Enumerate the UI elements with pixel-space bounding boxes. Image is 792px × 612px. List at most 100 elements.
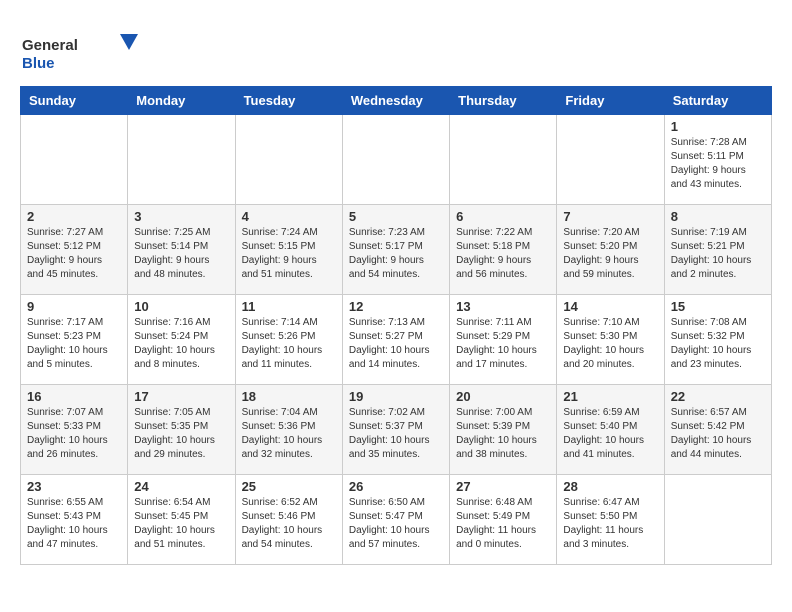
calendar-cell bbox=[128, 115, 235, 205]
calendar-cell: 24 Sunrise: 6:54 AM Sunset: 5:45 PM Dayli… bbox=[128, 475, 235, 565]
calendar-cell: 3 Sunrise: 7:25 AM Sunset: 5:14 PM Daylig… bbox=[128, 205, 235, 295]
calendar-cell: 23 Sunrise: 6:55 AM Sunset: 5:43 PM Dayli… bbox=[21, 475, 128, 565]
day-number: 18 bbox=[242, 389, 336, 404]
week-row-5: 23 Sunrise: 6:55 AM Sunset: 5:43 PM Dayli… bbox=[21, 475, 772, 565]
calendar-cell bbox=[557, 115, 664, 205]
day-info: Sunrise: 7:19 AM Sunset: 5:21 PM Dayligh… bbox=[671, 226, 765, 282]
calendar-cell: 13 Sunrise: 7:11 AM Sunset: 5:29 PM Dayli… bbox=[450, 295, 557, 385]
day-number: 27 bbox=[456, 479, 550, 494]
calendar-cell: 6 Sunrise: 7:22 AM Sunset: 5:18 PM Daylig… bbox=[450, 205, 557, 295]
calendar-cell: 4 Sunrise: 7:24 AM Sunset: 5:15 PM Daylig… bbox=[235, 205, 342, 295]
day-info: Sunrise: 7:14 AM Sunset: 5:26 PM Dayligh… bbox=[242, 316, 336, 372]
calendar-cell: 26Sunrise: 6:50 AM Sunset: 5:47 PM Dayli… bbox=[342, 475, 449, 565]
day-info: Sunrise: 7:02 AM Sunset: 5:37 PM Dayligh… bbox=[349, 406, 443, 462]
day-info: Sunrise: 7:08 AM Sunset: 5:32 PM Dayligh… bbox=[671, 316, 765, 372]
day-header-wednesday: Wednesday bbox=[342, 87, 449, 115]
day-number: 9 bbox=[27, 299, 121, 314]
logo-svg: General Blue bbox=[20, 30, 140, 76]
calendar-cell: 12 Sunrise: 7:13 AM Sunset: 5:27 PM Dayli… bbox=[342, 295, 449, 385]
day-number: 1 bbox=[671, 119, 765, 134]
day-number: 13 bbox=[456, 299, 550, 314]
calendar-cell: 10 Sunrise: 7:16 AM Sunset: 5:24 PM Dayli… bbox=[128, 295, 235, 385]
calendar-cell: 9 Sunrise: 7:17 AM Sunset: 5:23 PM Daylig… bbox=[21, 295, 128, 385]
day-info: Sunrise: 6:48 AM Sunset: 5:49 PM Dayligh… bbox=[456, 496, 550, 552]
day-info: Sunrise: 7:07 AM Sunset: 5:33 PM Dayligh… bbox=[27, 406, 121, 462]
calendar-cell: 27 Sunrise: 6:48 AM Sunset: 5:49 PM Dayli… bbox=[450, 475, 557, 565]
day-info: Sunrise: 6:50 AM Sunset: 5:47 PM Dayligh… bbox=[349, 496, 443, 552]
calendar-cell: 28 Sunrise: 6:47 AM Sunset: 5:50 PM Dayli… bbox=[557, 475, 664, 565]
day-number: 2 bbox=[27, 209, 121, 224]
svg-text:General: General bbox=[22, 37, 78, 54]
week-row-1: 1 Sunrise: 7:28 AM Sunset: 5:11 PM Daylig… bbox=[21, 115, 772, 205]
day-number: 24 bbox=[134, 479, 228, 494]
calendar-cell: 11 Sunrise: 7:14 AM Sunset: 5:26 PM Dayli… bbox=[235, 295, 342, 385]
calendar-cell: 15 Sunrise: 7:08 AM Sunset: 5:32 PM Dayli… bbox=[664, 295, 771, 385]
day-header-friday: Friday bbox=[557, 87, 664, 115]
day-number: 12 bbox=[349, 299, 443, 314]
day-number: 7 bbox=[563, 209, 657, 224]
day-number: 17 bbox=[134, 389, 228, 404]
day-number: 4 bbox=[242, 209, 336, 224]
calendar-cell: 16 Sunrise: 7:07 AM Sunset: 5:33 PM Dayli… bbox=[21, 385, 128, 475]
day-number: 10 bbox=[134, 299, 228, 314]
calendar-cell bbox=[450, 115, 557, 205]
day-number: 23 bbox=[27, 479, 121, 494]
day-number: 11 bbox=[242, 299, 336, 314]
svg-text:Blue: Blue bbox=[22, 55, 55, 72]
day-header-monday: Monday bbox=[128, 87, 235, 115]
day-info: Sunrise: 6:47 AM Sunset: 5:50 PM Dayligh… bbox=[563, 496, 657, 552]
day-number: 28 bbox=[563, 479, 657, 494]
day-number: 5 bbox=[349, 209, 443, 224]
day-info: Sunrise: 6:57 AM Sunset: 5:42 PM Dayligh… bbox=[671, 406, 765, 462]
calendar-cell: 17 Sunrise: 7:05 AM Sunset: 5:35 PM Dayli… bbox=[128, 385, 235, 475]
calendar-cell: 20Sunrise: 7:00 AM Sunset: 5:39 PM Dayli… bbox=[450, 385, 557, 475]
day-info: Sunrise: 7:20 AM Sunset: 5:20 PM Dayligh… bbox=[563, 226, 657, 282]
calendar-cell: 25Sunrise: 6:52 AM Sunset: 5:46 PM Dayli… bbox=[235, 475, 342, 565]
week-row-2: 2 Sunrise: 7:27 AM Sunset: 5:12 PM Daylig… bbox=[21, 205, 772, 295]
day-info: Sunrise: 7:10 AM Sunset: 5:30 PM Dayligh… bbox=[563, 316, 657, 372]
day-number: 19 bbox=[349, 389, 443, 404]
day-number: 15 bbox=[671, 299, 765, 314]
calendar-cell: 18 Sunrise: 7:04 AM Sunset: 5:36 PM Dayli… bbox=[235, 385, 342, 475]
calendar-cell: 19 Sunrise: 7:02 AM Sunset: 5:37 PM Dayli… bbox=[342, 385, 449, 475]
day-header-sunday: Sunday bbox=[21, 87, 128, 115]
day-number: 6 bbox=[456, 209, 550, 224]
day-info: Sunrise: 7:16 AM Sunset: 5:24 PM Dayligh… bbox=[134, 316, 228, 372]
calendar-cell bbox=[235, 115, 342, 205]
day-info: Sunrise: 7:17 AM Sunset: 5:23 PM Dayligh… bbox=[27, 316, 121, 372]
calendar-cell: 5 Sunrise: 7:23 AM Sunset: 5:17 PM Daylig… bbox=[342, 205, 449, 295]
day-number: 3 bbox=[134, 209, 228, 224]
day-info: Sunrise: 7:24 AM Sunset: 5:15 PM Dayligh… bbox=[242, 226, 336, 282]
day-info: Sunrise: 7:25 AM Sunset: 5:14 PM Dayligh… bbox=[134, 226, 228, 282]
day-info: Sunrise: 6:55 AM Sunset: 5:43 PM Dayligh… bbox=[27, 496, 121, 552]
calendar-cell: 2 Sunrise: 7:27 AM Sunset: 5:12 PM Daylig… bbox=[21, 205, 128, 295]
week-row-4: 16 Sunrise: 7:07 AM Sunset: 5:33 PM Dayli… bbox=[21, 385, 772, 475]
day-info: Sunrise: 7:04 AM Sunset: 5:36 PM Dayligh… bbox=[242, 406, 336, 462]
calendar-cell: 14Sunrise: 7:10 AM Sunset: 5:30 PM Dayli… bbox=[557, 295, 664, 385]
days-header-row: SundayMondayTuesdayWednesdayThursdayFrid… bbox=[21, 87, 772, 115]
day-header-tuesday: Tuesday bbox=[235, 87, 342, 115]
calendar-cell: 1 Sunrise: 7:28 AM Sunset: 5:11 PM Daylig… bbox=[664, 115, 771, 205]
day-info: Sunrise: 7:13 AM Sunset: 5:27 PM Dayligh… bbox=[349, 316, 443, 372]
day-info: Sunrise: 7:23 AM Sunset: 5:17 PM Dayligh… bbox=[349, 226, 443, 282]
calendar-table: SundayMondayTuesdayWednesdayThursdayFrid… bbox=[20, 86, 772, 565]
day-info: Sunrise: 7:27 AM Sunset: 5:12 PM Dayligh… bbox=[27, 226, 121, 282]
day-info: Sunrise: 7:28 AM Sunset: 5:11 PM Dayligh… bbox=[671, 136, 765, 192]
calendar-cell bbox=[664, 475, 771, 565]
day-info: Sunrise: 7:11 AM Sunset: 5:29 PM Dayligh… bbox=[456, 316, 550, 372]
calendar-cell bbox=[342, 115, 449, 205]
day-info: Sunrise: 7:22 AM Sunset: 5:18 PM Dayligh… bbox=[456, 226, 550, 282]
day-number: 20 bbox=[456, 389, 550, 404]
day-number: 8 bbox=[671, 209, 765, 224]
calendar-cell: 22Sunrise: 6:57 AM Sunset: 5:42 PM Dayli… bbox=[664, 385, 771, 475]
day-header-saturday: Saturday bbox=[664, 87, 771, 115]
calendar-cell: 8 Sunrise: 7:19 AM Sunset: 5:21 PM Daylig… bbox=[664, 205, 771, 295]
week-row-3: 9 Sunrise: 7:17 AM Sunset: 5:23 PM Daylig… bbox=[21, 295, 772, 385]
page-header: General Blue bbox=[20, 20, 772, 76]
day-number: 16 bbox=[27, 389, 121, 404]
day-info: Sunrise: 6:54 AM Sunset: 5:45 PM Dayligh… bbox=[134, 496, 228, 552]
day-info: Sunrise: 7:05 AM Sunset: 5:35 PM Dayligh… bbox=[134, 406, 228, 462]
day-info: Sunrise: 6:59 AM Sunset: 5:40 PM Dayligh… bbox=[563, 406, 657, 462]
calendar-cell: 7 Sunrise: 7:20 AM Sunset: 5:20 PM Daylig… bbox=[557, 205, 664, 295]
day-header-thursday: Thursday bbox=[450, 87, 557, 115]
